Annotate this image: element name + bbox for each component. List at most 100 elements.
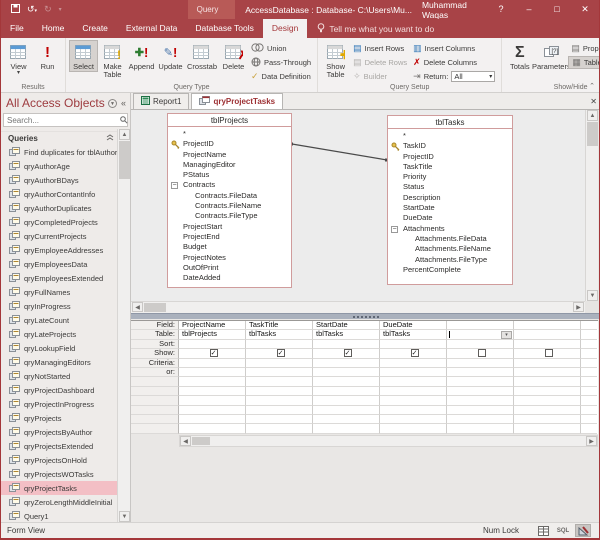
field-projectstart[interactable]: ProjectStart	[168, 222, 291, 232]
grid-cell[interactable]	[313, 396, 380, 405]
undo-icon[interactable]: ↺▾	[27, 4, 37, 15]
scrollbar-thumb[interactable]	[119, 141, 130, 179]
shutter-bar-icon[interactable]: «	[121, 98, 126, 108]
scroll-left-icon[interactable]: ◀	[132, 302, 143, 312]
nav-section-queries[interactable]: Queries	[1, 132, 118, 145]
field-pstatus[interactable]: PStatus	[168, 170, 291, 180]
sidebar-item-qryauthorduplicates[interactable]: qryAuthorDuplicates	[1, 201, 118, 215]
qat-customize-icon[interactable]: ▾	[59, 6, 62, 13]
scroll-right-icon[interactable]: ▶	[573, 302, 584, 312]
grid-cell[interactable]	[514, 396, 581, 405]
grid-cell[interactable]	[380, 406, 447, 415]
grid-cell[interactable]	[514, 406, 581, 415]
field-asterisk[interactable]: *	[168, 129, 291, 139]
grid-cell[interactable]	[581, 415, 597, 424]
menu-tab-external-data[interactable]: External Data	[117, 19, 187, 38]
grid-cell[interactable]	[246, 368, 313, 377]
property-sheet-button[interactable]: ▤Property Sheet	[568, 42, 600, 55]
field-status[interactable]: Status	[388, 182, 512, 192]
scroll-down-icon[interactable]: ▼	[119, 511, 130, 522]
field-managingeditor[interactable]: ManagingEditor	[168, 160, 291, 170]
totals-button[interactable]: ΣTotals	[505, 40, 534, 72]
grid-cell[interactable]	[447, 340, 514, 349]
grid-cell[interactable]	[581, 396, 597, 405]
grid-cell[interactable]: ✓	[313, 349, 380, 358]
grid-cell[interactable]	[380, 377, 447, 386]
design-view-icon[interactable]	[575, 524, 591, 537]
navpane-scrollbar[interactable]: ▲ ▼	[117, 129, 130, 522]
tab-report1[interactable]: Report1	[133, 93, 189, 109]
grid-cell[interactable]	[246, 387, 313, 396]
collapse-attachment-icon[interactable]: −	[391, 226, 398, 233]
select-button[interactable]: Select	[69, 40, 98, 72]
scrollbar-thumb[interactable]	[144, 303, 166, 312]
scrollbar-thumb[interactable]	[192, 437, 210, 445]
account-name[interactable]: Muhammad Waqas	[422, 0, 487, 20]
field-startdate[interactable]: StartDate	[388, 203, 512, 213]
show-checkbox[interactable]: ✓	[277, 349, 285, 357]
grid-cell[interactable]	[581, 340, 597, 349]
sidebar-item-qryprojectinprogress[interactable]: qryProjectInProgress	[1, 397, 118, 411]
grid-cell[interactable]	[380, 359, 447, 368]
crosstab-button[interactable]: Crosstab	[185, 40, 219, 72]
field-tasktitle[interactable]: TaskTitle	[388, 162, 512, 172]
grid-cell[interactable]	[514, 359, 581, 368]
sidebar-item-qryauthorage[interactable]: qryAuthorAge	[1, 159, 118, 173]
field-contracts-filetype[interactable]: Contracts.FileType	[168, 211, 291, 221]
sidebar-item-qryprojectsextended[interactable]: qryProjectsExtended	[1, 439, 118, 453]
field-outofprint[interactable]: OutOfPrint	[168, 263, 291, 273]
field-attachments[interactable]: −Attachments	[388, 224, 512, 234]
sql-view-icon[interactable]: SQL	[555, 524, 571, 537]
show-table-button[interactable]: ✚Show Table	[321, 40, 350, 80]
grid-cell[interactable]	[313, 415, 380, 424]
close-tab-icon[interactable]: ✕	[590, 97, 597, 106]
grid-cell[interactable]	[581, 359, 597, 368]
field-projectid[interactable]: ProjectID	[388, 152, 512, 162]
datasheet-view-icon[interactable]	[535, 524, 551, 537]
sidebar-item-qrylookupfield[interactable]: qryLookupField	[1, 341, 118, 355]
pass-through-button[interactable]: Pass-Through	[248, 56, 314, 69]
grid-cell[interactable]	[179, 406, 246, 415]
grid-cell[interactable]	[447, 321, 514, 330]
collapse-attachment-icon[interactable]: −	[171, 182, 178, 189]
grid-cell[interactable]	[179, 387, 246, 396]
grid-cell[interactable]	[313, 387, 380, 396]
grid-cell[interactable]	[514, 387, 581, 396]
field-description[interactable]: Description	[388, 193, 512, 203]
grid-cell[interactable]	[246, 340, 313, 349]
sidebar-item-qryemployeesextended[interactable]: qryEmployeesExtended	[1, 271, 118, 285]
table-names-button[interactable]: ▦Table Names	[568, 56, 600, 69]
show-checkbox[interactable]: ✓	[411, 349, 419, 357]
grid-cell[interactable]	[447, 349, 514, 358]
field-priority[interactable]: Priority	[388, 172, 512, 182]
grid-cell[interactable]	[581, 349, 597, 358]
grid-cell[interactable]: ✓	[380, 349, 447, 358]
grid-cell[interactable]: DueDate	[380, 321, 447, 330]
grid-cell[interactable]	[380, 424, 447, 433]
field-attachments-filedata[interactable]: Attachments.FileData	[388, 234, 512, 244]
field-projectid[interactable]: ProjectID	[168, 139, 291, 149]
scroll-right-icon[interactable]: ▶	[586, 436, 597, 446]
sidebar-item-qryauthorcontantinfo[interactable]: qryAuthorContantInfo	[1, 187, 118, 201]
sidebar-item-qryprojects[interactable]: qryProjects	[1, 411, 118, 425]
redo-icon[interactable]: ↻	[44, 4, 52, 15]
grid-cell[interactable]: tblTasks	[380, 330, 447, 339]
sidebar-item-qryprojectdashboard[interactable]: qryProjectDashboard	[1, 383, 118, 397]
grid-cell[interactable]	[581, 406, 597, 415]
grid-cell[interactable]	[380, 387, 447, 396]
grid-cell[interactable]	[246, 359, 313, 368]
scroll-up-icon[interactable]: ▲	[587, 110, 598, 121]
field-contracts[interactable]: −Contracts	[168, 180, 291, 190]
show-checkbox[interactable]	[478, 349, 486, 357]
menu-tab-create[interactable]: Create	[73, 19, 117, 38]
grid-cell[interactable]	[514, 377, 581, 386]
grid-cell[interactable]	[246, 415, 313, 424]
grid-cell[interactable]	[380, 396, 447, 405]
scroll-left-icon[interactable]: ◀	[180, 436, 191, 446]
sidebar-item-qryprojectsbyauthor[interactable]: qryProjectsByAuthor	[1, 425, 118, 439]
collapse-ribbon-icon[interactable]: ⌃	[589, 82, 595, 90]
grid-cell[interactable]	[380, 368, 447, 377]
show-checkbox[interactable]: ✓	[210, 349, 218, 357]
tab-qryprojecttasks[interactable]: qryProjectTasks	[191, 93, 283, 109]
grid-cell[interactable]	[514, 424, 581, 433]
